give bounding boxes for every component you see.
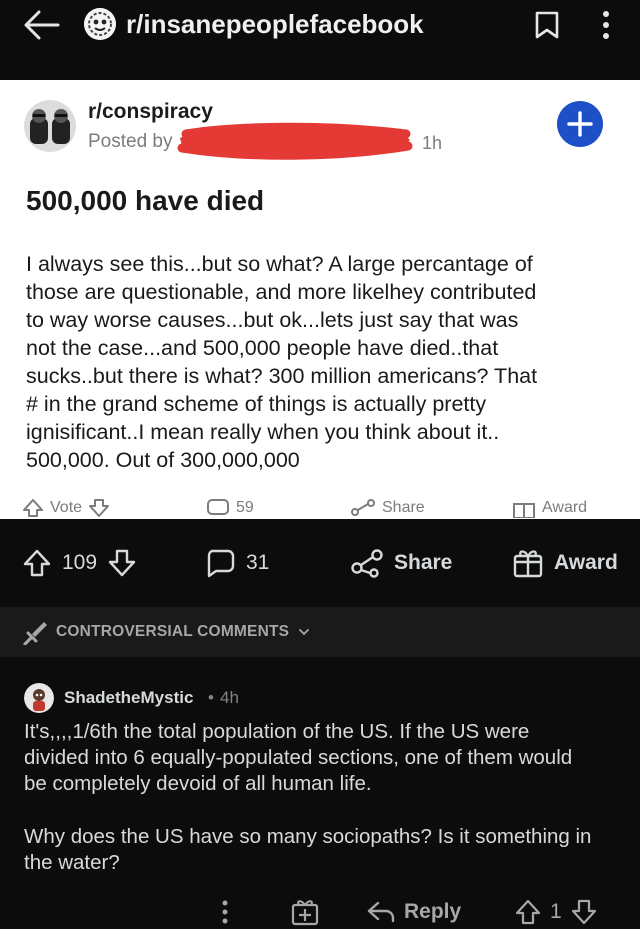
- gift-icon: [291, 900, 319, 926]
- screenshot-age: 1h: [422, 133, 443, 153]
- upvote-icon: [23, 499, 43, 517]
- bookmark-icon: [535, 11, 559, 39]
- top-bar: r/insanepeoplefacebook: [0, 0, 640, 78]
- comment-age: 4h: [220, 688, 239, 707]
- downvote-icon[interactable]: [107, 548, 137, 578]
- conspiracy-avatar-icon: [24, 100, 76, 152]
- screenshot-comment-count: 59: [236, 499, 254, 516]
- screenshot-body: I always see this...but so what? A large…: [26, 250, 622, 474]
- comment-score: 1: [550, 900, 562, 923]
- screenshot-vote: Vote: [22, 498, 110, 518]
- screenshot-comments: 59: [206, 498, 254, 518]
- comment-vote-controls: 1: [514, 895, 598, 929]
- comment-paragraph: It's,,,,1/6th the total population of th…: [24, 719, 624, 797]
- comment-action-bar: Reply 1: [0, 895, 640, 929]
- comment-username[interactable]: ShadetheMystic: [64, 687, 193, 709]
- comment-separator: •: [208, 688, 214, 707]
- subreddit-name[interactable]: r/insanepeoplefacebook: [126, 8, 424, 40]
- comment-icon: [207, 549, 235, 578]
- award-button[interactable]: Award: [512, 519, 618, 607]
- body-line: not the case...and 500,000 people have d…: [26, 336, 499, 360]
- post-image[interactable]: r/conspiracy Posted by 1h 500,000 have d…: [0, 80, 640, 519]
- save-button[interactable]: [534, 10, 560, 40]
- screenshot-action-bar: Vote 59 Share Award: [0, 498, 640, 519]
- more-options-button[interactable]: [596, 8, 616, 42]
- share-button[interactable]: Share: [350, 519, 452, 607]
- chevron-down-icon: [299, 629, 310, 636]
- screenshot-title: 500,000 have died: [26, 185, 265, 216]
- screenshot-award: Award: [512, 498, 587, 518]
- sword-icon: [23, 622, 47, 645]
- body-line: ignisificant..I mean really when you thi…: [26, 420, 500, 444]
- upvote-icon[interactable]: [22, 548, 52, 578]
- more-vertical-icon: [222, 900, 228, 924]
- screenshot-vote-label: Vote: [50, 499, 83, 516]
- downvote-icon[interactable]: [570, 898, 598, 926]
- body-line: sucks..but there is what? 300 million am…: [26, 364, 538, 388]
- screenshot-share: Share: [350, 498, 425, 518]
- share-icon: [351, 549, 383, 578]
- body-line: I always see this...but so what? A large…: [26, 252, 533, 276]
- comment-line: be completely devoid of all human life.: [24, 772, 372, 795]
- share-label: Share: [394, 551, 453, 574]
- comment-line: divided into 6 equally-populated section…: [24, 746, 573, 769]
- comment-sort-label: CONTROVERSIAL COMMENTS: [56, 623, 290, 640]
- comment-line: Why does the US have so many sociopaths?…: [24, 825, 592, 848]
- comments-button[interactable]: 31: [204, 519, 269, 607]
- join-button: [557, 101, 603, 147]
- post-score: 109: [62, 551, 98, 574]
- body-line: those are questionable, and more likelhe…: [26, 280, 537, 304]
- reply-icon: [367, 901, 395, 923]
- comment-award-button[interactable]: [290, 895, 320, 929]
- comment-line: the water?: [24, 851, 120, 874]
- gift-icon: [513, 550, 543, 578]
- body-line: to way worse causes...but ok...lets just…: [26, 308, 519, 332]
- comment-sort-button[interactable]: CONTROVERSIAL COMMENTS: [22, 607, 311, 657]
- award-label: Award: [554, 551, 618, 574]
- comment-line: It's,,,,1/6th the total population of th…: [24, 720, 530, 743]
- avatar[interactable]: [24, 683, 54, 713]
- post-action-bar: 109 31 Share Award: [0, 519, 640, 607]
- downvote-icon: [89, 499, 110, 517]
- redaction-scribble: [177, 122, 413, 160]
- body-line: 500,000. Out of 300,000,000: [26, 448, 300, 472]
- back-button[interactable]: [22, 8, 62, 42]
- more-vertical-icon: [603, 11, 609, 39]
- subreddit-avatar-icon[interactable]: [84, 8, 116, 40]
- comment-paragraph: Why does the US have so many sociopaths?…: [24, 824, 624, 876]
- comment-count: 31: [246, 551, 270, 574]
- share-icon: [351, 499, 375, 516]
- screenshot-share-label: Share: [382, 499, 425, 516]
- reply-label: Reply: [404, 900, 462, 923]
- comment-sort-bar: CONTROVERSIAL COMMENTS: [0, 607, 640, 657]
- screenshot-posted-by: Posted by: [88, 131, 173, 152]
- comment: ShadetheMystic • 4h It's,,,,1/6th the to…: [0, 669, 640, 929]
- reply-button[interactable]: Reply: [366, 895, 461, 929]
- divider: [0, 657, 640, 669]
- plus-icon: [567, 111, 593, 137]
- vote-controls: 109: [22, 519, 137, 607]
- arrow-left-icon: [24, 10, 60, 40]
- comment-more-button[interactable]: [218, 895, 232, 929]
- body-line: # in the grand scheme of things is actua…: [26, 392, 487, 416]
- gift-icon: [513, 503, 535, 518]
- comment-icon: [207, 499, 229, 515]
- screenshot-award-label: Award: [542, 499, 588, 516]
- upvote-icon[interactable]: [514, 898, 542, 926]
